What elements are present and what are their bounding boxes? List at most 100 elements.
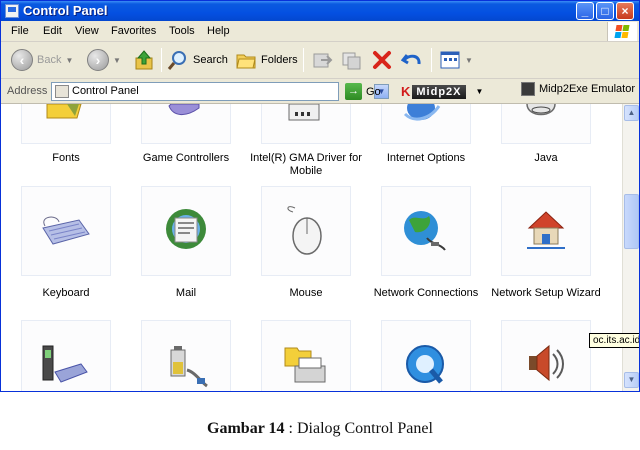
scroll-down-icon[interactable]: ▼ (624, 372, 639, 388)
item-internet-options[interactable]: Internet Options (361, 104, 481, 174)
item-label: Mouse (289, 287, 323, 299)
menu-help[interactable]: Help (207, 25, 230, 37)
go-arrow-icon: → (345, 83, 362, 100)
up-folder-button[interactable] (133, 48, 155, 72)
item-label: Keyboard (42, 287, 90, 299)
control-panel-icon (55, 85, 69, 98)
phone-modem-icon (42, 345, 88, 383)
item-label: Game Controllers (142, 152, 230, 164)
java-icon (526, 104, 556, 116)
item-label: Intel(R) GMA Driver for Mobile (250, 152, 362, 177)
network-connections-icon (404, 211, 446, 251)
item-power-options[interactable] (121, 320, 241, 391)
figure-caption: Gambar 14 : Dialog Control Panel (0, 420, 640, 438)
maximize-button[interactable]: □ (596, 2, 614, 20)
back-arrow-icon: ‹ (11, 49, 33, 71)
forward-arrow-icon: › (87, 49, 109, 71)
folders-icon (236, 54, 256, 69)
item-intel-gma-driver[interactable]: Intel(R) GMA Driver for Mobile (241, 104, 362, 177)
search-icon (167, 51, 186, 70)
menu-edit[interactable]: Edit (43, 25, 62, 37)
copy-to-icon (342, 52, 361, 70)
item-label: Internet Options (386, 152, 466, 164)
folders-button[interactable]: Folders (235, 48, 298, 72)
midpx-label: Midp2X (412, 84, 466, 99)
folders-label: Folders (261, 54, 298, 66)
window-title: Control Panel (23, 3, 108, 18)
views-button[interactable]: ▼ (439, 48, 473, 72)
item-mouse[interactable]: Mouse (241, 186, 361, 306)
item-label: Fonts (52, 152, 80, 164)
copy-to-button[interactable] (341, 48, 363, 72)
mouse-icon (287, 206, 322, 255)
views-icon (440, 51, 460, 69)
intel-gma-icon (288, 104, 320, 121)
printers-faxes-icon (284, 347, 326, 383)
caption-label: Gambar 14 (207, 420, 285, 437)
network-setup-wizard-icon (527, 211, 565, 249)
game-controller-icon (168, 104, 200, 115)
menu-file[interactable]: File (11, 25, 29, 37)
minimize-button[interactable]: _ (576, 2, 594, 20)
item-java[interactable]: Java (481, 104, 601, 174)
internet-options-icon (403, 104, 441, 121)
go-button[interactable]: → Go (345, 83, 381, 100)
scroll-up-icon[interactable]: ▲ (624, 105, 639, 121)
up-folder-icon (135, 50, 153, 70)
views-dropdown-icon[interactable]: ▼ (465, 56, 473, 65)
item-keyboard[interactable]: Keyboard (1, 186, 121, 306)
item-sounds-and-audio[interactable] (481, 320, 601, 391)
windows-logo-icon (607, 22, 637, 41)
undo-button[interactable] (401, 48, 423, 72)
item-label: Java (534, 152, 558, 164)
item-quicktime[interactable] (361, 320, 481, 391)
fonts-folder-icon (46, 104, 82, 119)
menu-view[interactable]: View (75, 25, 99, 37)
undo-icon (401, 54, 421, 65)
forward-dropdown-icon[interactable]: ▼ (113, 56, 121, 65)
menu-bar: File Edit View Favorites Tools Help (1, 21, 639, 42)
menu-favorites[interactable]: Favorites (111, 25, 156, 37)
item-game-controllers[interactable]: Game Controllers (121, 104, 241, 174)
item-network-connections[interactable]: Network Connections (361, 186, 481, 306)
mail-icon (166, 209, 206, 249)
item-fonts[interactable]: Fonts (1, 104, 121, 174)
caption-text: : Dialog Control Panel (284, 420, 433, 437)
control-panel-icon (5, 4, 19, 18)
title-bar[interactable]: Control Panel _ □ × (1, 1, 639, 21)
midp2exe-icon (521, 82, 535, 96)
back-button[interactable]: ‹ Back ▼ (11, 48, 73, 72)
midp2exe-label: Midp2Exe Emulator (539, 83, 635, 95)
item-network-setup-wizard[interactable]: Network Setup Wizard (481, 186, 601, 306)
address-value: Control Panel (72, 85, 139, 97)
item-label: Network Connections (373, 287, 479, 299)
scroll-thumb[interactable] (624, 194, 639, 249)
forward-button[interactable]: › ▼ (87, 48, 121, 72)
item-printers-and-faxes[interactable] (241, 320, 361, 391)
quicktime-icon (406, 345, 444, 384)
keyboard-icon (42, 216, 90, 245)
delete-button[interactable] (371, 48, 393, 72)
item-phone-and-modem[interactable] (1, 320, 121, 391)
close-button[interactable]: × (616, 2, 634, 20)
move-to-button[interactable] (311, 48, 333, 72)
midpx-toolbar[interactable]: K Midp2X ▼ (401, 82, 513, 101)
address-bar: Address Control Panel ▼ → Go K Midp2X ▼ … (1, 79, 639, 104)
item-mail[interactable]: Mail (121, 186, 241, 306)
item-label: Mail (175, 287, 197, 299)
midpx-logo-icon: K (401, 84, 411, 99)
control-panel-content: Fonts Game Controllers Intel(R) GMA Driv… (1, 104, 622, 391)
control-panel-window: Control Panel _ □ × File Edit View Favor… (0, 0, 640, 392)
power-options-icon (170, 346, 208, 388)
item-label: Network Setup Wizard (491, 287, 601, 299)
back-dropdown-icon[interactable]: ▼ (65, 56, 73, 65)
midpx-dropdown-icon[interactable]: ▼ (476, 87, 484, 96)
midp2exe-button[interactable]: Midp2Exe Emulator (521, 82, 635, 96)
tooltip: oc.its.ac.id (589, 333, 639, 348)
back-label: Back (37, 54, 62, 66)
menu-tools[interactable]: Tools (169, 25, 195, 37)
search-button[interactable]: Search (167, 48, 228, 72)
go-label: Go (366, 85, 381, 98)
address-field[interactable]: Control Panel ▼ (51, 82, 389, 101)
address-label: Address (7, 85, 48, 97)
